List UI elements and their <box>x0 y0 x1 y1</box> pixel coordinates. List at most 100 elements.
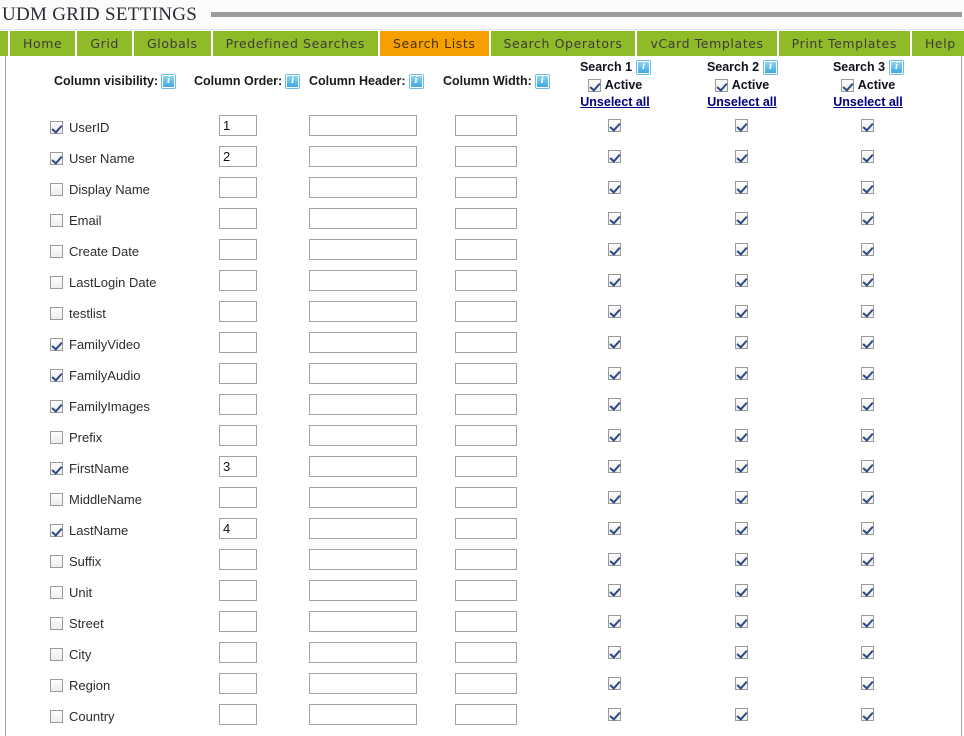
column-order-input[interactable] <box>219 580 257 601</box>
tab-vcard-templates[interactable]: vCard Templates <box>637 31 779 56</box>
column-header-input[interactable] <box>309 704 417 725</box>
column-width-input[interactable] <box>455 611 517 632</box>
info-icon[interactable] <box>890 60 904 74</box>
search-row-checkbox-search3[interactable] <box>861 150 874 163</box>
search-row-checkbox-search2[interactable] <box>735 460 748 473</box>
search-row-checkbox-search3[interactable] <box>861 553 874 566</box>
tab-help[interactable]: Help <box>911 31 964 56</box>
search-row-checkbox-search1[interactable] <box>608 677 621 690</box>
column-header-input[interactable] <box>309 239 417 260</box>
search-row-checkbox-search1[interactable] <box>608 336 621 349</box>
column-header-input[interactable] <box>309 332 417 353</box>
column-width-input[interactable] <box>455 549 517 570</box>
column-header-input[interactable] <box>309 425 417 446</box>
column-visibility-checkbox[interactable] <box>50 461 63 475</box>
column-width-input[interactable] <box>455 332 517 353</box>
column-width-input[interactable] <box>455 456 517 477</box>
column-width-input[interactable] <box>455 239 517 260</box>
search-row-checkbox-search3[interactable] <box>861 119 874 132</box>
search-row-checkbox-search3[interactable] <box>861 398 874 411</box>
column-visibility-checkbox[interactable] <box>50 399 63 413</box>
search-row-checkbox-search3[interactable] <box>861 708 874 721</box>
column-visibility-checkbox[interactable] <box>50 182 63 196</box>
search-row-checkbox-search3[interactable] <box>861 584 874 597</box>
search-row-checkbox-search3[interactable] <box>861 460 874 473</box>
search-row-checkbox-search1[interactable] <box>608 646 621 659</box>
column-header-input[interactable] <box>309 363 417 384</box>
column-visibility-checkbox[interactable] <box>50 244 63 258</box>
column-header-input[interactable] <box>309 456 417 477</box>
column-header-input[interactable] <box>309 580 417 601</box>
search-row-checkbox-search2[interactable] <box>735 708 748 721</box>
column-header-input[interactable] <box>309 301 417 322</box>
search-active-checkbox-search2[interactable] <box>714 78 728 92</box>
tab-globals[interactable]: Globals <box>133 31 213 56</box>
tab-search-operators[interactable]: Search Operators <box>490 31 638 56</box>
column-header-input[interactable] <box>309 642 417 663</box>
column-width-input[interactable] <box>455 673 517 694</box>
search-row-checkbox-search2[interactable] <box>735 274 748 287</box>
search-active-checkbox-search3[interactable] <box>840 78 854 92</box>
search-row-checkbox-search2[interactable] <box>735 677 748 690</box>
column-order-input[interactable] <box>219 549 257 570</box>
column-visibility-checkbox[interactable] <box>50 616 63 630</box>
column-order-input[interactable] <box>219 239 257 260</box>
column-order-input[interactable] <box>219 363 257 384</box>
column-order-input[interactable] <box>219 270 257 291</box>
search-row-checkbox-search2[interactable] <box>735 615 748 628</box>
column-width-input[interactable] <box>455 394 517 415</box>
column-width-input[interactable] <box>455 580 517 601</box>
column-order-input[interactable] <box>219 425 257 446</box>
search-row-checkbox-search3[interactable] <box>861 336 874 349</box>
column-width-input[interactable] <box>455 177 517 198</box>
search-row-checkbox-search1[interactable] <box>608 367 621 380</box>
column-visibility-checkbox[interactable] <box>50 554 63 568</box>
column-order-input[interactable] <box>219 301 257 322</box>
search-row-checkbox-search2[interactable] <box>735 336 748 349</box>
column-order-input[interactable] <box>219 611 257 632</box>
column-order-input[interactable] <box>219 704 257 725</box>
search-row-checkbox-search3[interactable] <box>861 305 874 318</box>
search-row-checkbox-search1[interactable] <box>608 212 621 225</box>
column-header-input[interactable] <box>309 177 417 198</box>
search-row-checkbox-search3[interactable] <box>861 677 874 690</box>
search-row-checkbox-search2[interactable] <box>735 212 748 225</box>
tab-search-lists[interactable]: Search Lists <box>380 31 491 56</box>
column-visibility-checkbox[interactable] <box>50 678 63 692</box>
column-order-input[interactable] <box>219 332 257 353</box>
column-order-input[interactable] <box>219 146 257 167</box>
column-width-input[interactable] <box>455 270 517 291</box>
column-visibility-checkbox[interactable] <box>50 306 63 320</box>
column-width-input[interactable] <box>455 146 517 167</box>
search-row-checkbox-search1[interactable] <box>608 553 621 566</box>
column-order-input[interactable] <box>219 456 257 477</box>
tab-print-templates[interactable]: Print Templates <box>778 31 912 56</box>
column-width-input[interactable] <box>455 208 517 229</box>
search-row-checkbox-search2[interactable] <box>735 491 748 504</box>
column-visibility-checkbox[interactable] <box>50 213 63 227</box>
search-row-checkbox-search3[interactable] <box>861 274 874 287</box>
column-width-input[interactable] <box>455 642 517 663</box>
search-row-checkbox-search3[interactable] <box>861 243 874 256</box>
search-row-checkbox-search3[interactable] <box>861 615 874 628</box>
tab-grid[interactable]: Grid <box>77 31 134 56</box>
column-width-input[interactable] <box>455 301 517 322</box>
search-row-checkbox-search1[interactable] <box>608 708 621 721</box>
column-header-input[interactable] <box>309 146 417 167</box>
search-row-checkbox-search2[interactable] <box>735 522 748 535</box>
info-icon[interactable] <box>286 74 300 88</box>
column-header-input[interactable] <box>309 208 417 229</box>
search-row-checkbox-search2[interactable] <box>735 398 748 411</box>
search-row-checkbox-search2[interactable] <box>735 429 748 442</box>
search-row-checkbox-search3[interactable] <box>861 181 874 194</box>
column-order-input[interactable] <box>219 487 257 508</box>
search-row-checkbox-search2[interactable] <box>735 553 748 566</box>
info-icon[interactable] <box>162 74 176 88</box>
search-row-checkbox-search1[interactable] <box>608 119 621 132</box>
column-visibility-checkbox[interactable] <box>50 368 63 382</box>
search-row-checkbox-search2[interactable] <box>735 646 748 659</box>
column-width-input[interactable] <box>455 425 517 446</box>
search-row-checkbox-search1[interactable] <box>608 150 621 163</box>
column-visibility-checkbox[interactable] <box>50 709 63 723</box>
search-row-checkbox-search3[interactable] <box>861 212 874 225</box>
